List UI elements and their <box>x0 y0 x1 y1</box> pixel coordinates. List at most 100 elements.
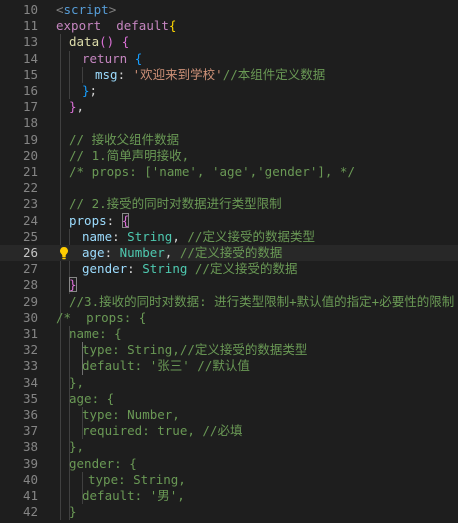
code-content: age: Number, //定义接受的数据 <box>82 245 282 261</box>
code-token: name <box>82 228 113 244</box>
code-line[interactable]: 23 // 2.接受的同时对数据进行类型限制 <box>0 196 458 212</box>
code-token: name: { <box>69 326 122 341</box>
code-token: { <box>134 50 143 66</box>
code-token: '欢迎来到学校' <box>132 66 223 82</box>
line-number: 18 <box>22 115 38 131</box>
code-content: }, <box>69 439 84 455</box>
code-content: name: String, //定义接受的数据类型 <box>82 229 315 245</box>
code-token: type: String,//定义接受的数据类型 <box>82 342 308 358</box>
code-token: return <box>82 50 128 66</box>
code-token: default: '张三' //默认值 <box>82 358 250 374</box>
code-token: ; <box>89 83 98 98</box>
code-line[interactable]: 21 /* props: ['name', 'age','gender'], */ <box>0 164 458 180</box>
code-content: // 2.接受的同时对数据进行类型限制 <box>69 196 282 212</box>
code-line[interactable]: 11 export default{ <box>0 18 458 34</box>
code-line[interactable]: 33 default: '张三' //默认值 <box>0 358 458 374</box>
code-content: } <box>69 504 77 520</box>
code-line[interactable]: 19 // 接收父组件数据 <box>0 132 458 148</box>
code-line[interactable]: 34}, <box>0 375 458 391</box>
code-line[interactable]: 29 //3.接收的同时对数据: 进行类型限制+默认值的指定+必要性的限制 <box>0 294 458 310</box>
code-line[interactable]: 24 props: { <box>0 212 458 229</box>
code-token: default: '男', <box>82 488 185 503</box>
code-line[interactable]: 18 <box>0 115 458 131</box>
code-content: // 接收父组件数据 <box>69 132 179 148</box>
line-number: 17 <box>22 99 38 115</box>
line-number: 24 <box>22 212 38 228</box>
code-token: } <box>69 277 77 293</box>
lightbulb-icon[interactable] <box>58 246 70 260</box>
code-line[interactable]: 37 required: true, //必填 <box>0 423 458 439</box>
line-number: 38 <box>22 439 38 455</box>
code-line[interactable]: 25 name: String, //定义接受的数据类型 <box>0 229 458 245</box>
code-line[interactable]: 41 default: '男', <box>0 488 458 504</box>
code-line[interactable]: 22 <box>0 180 458 196</box>
code-line[interactable]: 15 msg: '欢迎来到学校'//本组件定义数据 <box>0 67 458 83</box>
line-number: 34 <box>22 374 38 390</box>
line-number: 36 <box>22 407 38 422</box>
code-line[interactable]: 27 gender: String //定义接受的数据 <box>0 261 458 277</box>
code-token: data <box>69 34 100 50</box>
code-content: props: { <box>69 212 130 229</box>
code-token: { <box>121 212 130 228</box>
code-line[interactable]: 38}, <box>0 439 458 455</box>
code-editor[interactable]: 10 <script> 11 export default{13 data() {14 r… <box>0 0 458 523</box>
code-token: // 接收父组件数据 <box>69 131 180 147</box>
code-token: } <box>69 504 77 520</box>
code-line[interactable]: 39 gender: { <box>0 456 458 472</box>
code-line[interactable]: 30 /* props: { <box>0 310 458 326</box>
code-line[interactable]: 14 return { <box>0 51 458 67</box>
code-token: String <box>142 261 188 277</box>
code-content: gender: String //定义接受的数据 <box>82 261 297 277</box>
code-content: <script> <box>56 2 116 18</box>
code-content: //3.接收的同时对数据: 进行类型限制+默认值的指定+必要性的限制 <box>69 294 454 310</box>
code-content: msg: '欢迎来到学校'//本组件定义数据 <box>95 67 325 83</box>
code-token: () <box>99 34 115 50</box>
code-line[interactable]: 17}, <box>0 99 458 115</box>
line-number: 19 <box>22 131 38 147</box>
code-line[interactable]: 16}; <box>0 83 458 99</box>
line-number: 21 <box>22 164 38 179</box>
code-content: required: true, //必填 <box>82 423 242 439</box>
code-line[interactable]: 40 type: String, <box>0 472 458 488</box>
code-content: }, <box>69 375 84 391</box>
code-line[interactable]: 42} <box>0 504 458 520</box>
code-token: < <box>56 2 64 17</box>
code-token: required: true, //必填 <box>82 423 243 439</box>
code-line[interactable]: 32 type: String,//定义接受的数据类型 <box>0 342 458 358</box>
line-number: 13 <box>22 34 38 50</box>
code-token: msg <box>95 66 118 82</box>
code-content: return { <box>82 51 142 67</box>
line-number: 39 <box>22 455 38 471</box>
code-line[interactable]: 13 data() { <box>0 34 458 50</box>
code-content: age: { <box>69 391 114 407</box>
code-token: }, <box>69 439 85 455</box>
code-token: export <box>56 18 102 34</box>
code-content: gender: { <box>69 456 137 472</box>
line-number: 23 <box>22 196 38 212</box>
code-line[interactable]: 36 type: Number, <box>0 407 458 423</box>
line-number: 20 <box>22 147 38 163</box>
code-line[interactable]: 31 name: { <box>0 326 458 342</box>
code-token: //定义接受的数据类型 <box>187 228 315 244</box>
code-content: /* props: { <box>56 310 146 326</box>
code-line[interactable]: 26 age: Number, //定义接受的数据 <box>0 245 458 262</box>
code-token: : <box>117 66 133 82</box>
code-token: // 2.接受的同时对数据进行类型限制 <box>69 196 282 212</box>
code-content: name: { <box>69 326 122 342</box>
code-token: { <box>168 18 177 34</box>
code-line[interactable]: 28} <box>0 277 458 293</box>
code-token: //3.接收的同时对数据: 进行类型限制+默认值的指定+必要性的限制 <box>69 293 455 309</box>
code-token: //本组件定义数据 <box>222 66 326 82</box>
code-token: : <box>104 245 120 260</box>
code-line[interactable]: 10 <script> <box>0 2 458 18</box>
line-number: 40 <box>22 471 38 487</box>
code-token: : <box>127 261 143 277</box>
code-token: age: { <box>69 390 115 406</box>
code-line[interactable]: 35 age: { <box>0 391 458 407</box>
line-number: 41 <box>22 488 38 503</box>
line-number: 33 <box>22 358 38 374</box>
code-line[interactable]: 20 // 1.简单声明接收, <box>0 148 458 164</box>
